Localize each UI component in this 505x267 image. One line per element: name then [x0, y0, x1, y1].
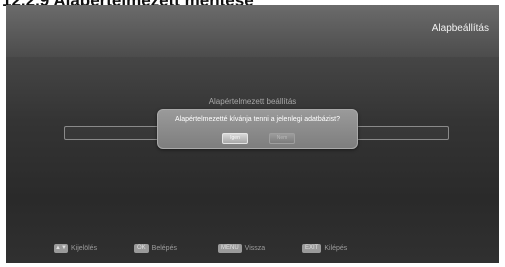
confirm-dialog: Alapértelmezetté kívánja tenni a jelenle… [157, 109, 358, 149]
tv-screen: Alapbeállítás Alapértelmezett beállítás … [6, 5, 499, 263]
hint-exit-label: Kilépés [324, 244, 348, 252]
ok-key-icon: OK [134, 243, 149, 253]
hint-select-label: Kijelölés [71, 244, 98, 252]
yes-button[interactable]: Igen [222, 133, 248, 144]
footer-hints: ▲▼ Kijelölés OK Belépés MENU Vissza EXIT… [6, 242, 499, 256]
hint-back: MENU Vissza [218, 242, 265, 254]
hint-enter: OK Belépés [134, 242, 177, 254]
no-button[interactable]: Nem [269, 133, 295, 144]
screen-title: Alapbeállítás [431, 23, 489, 34]
field-label: Alapértelmezett beállítás [208, 97, 297, 106]
up-down-arrows-icon: ▲▼ [54, 243, 68, 253]
hint-exit: EXIT Kilépés [302, 242, 347, 254]
exit-key-icon: EXIT [302, 243, 322, 253]
hint-enter-label: Belépés [151, 244, 177, 252]
hint-back-label: Vissza [244, 244, 266, 252]
hint-select: ▲▼ Kijelölés [54, 242, 97, 254]
dialog-message: Alapértelmezetté kívánja tenni a jelenle… [175, 116, 340, 123]
menu-key-icon: MENU [218, 243, 242, 253]
header-band [6, 5, 499, 57]
